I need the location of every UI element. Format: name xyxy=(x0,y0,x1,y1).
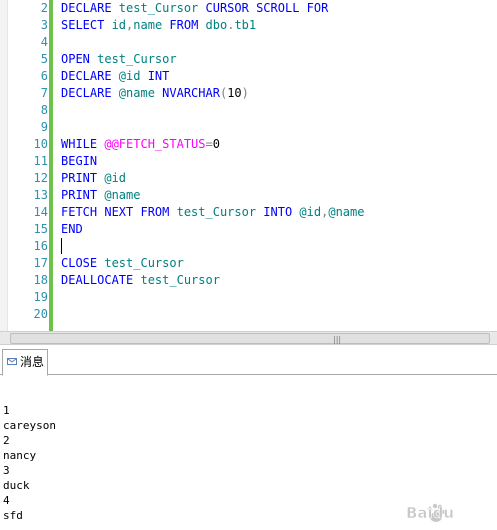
line-number: 2 xyxy=(40,1,48,15)
output-line: 4 xyxy=(3,494,10,507)
line-number: 6 xyxy=(40,69,48,83)
line-number: 14 xyxy=(33,205,48,219)
code-line-10: WHILE @@FETCH_STATUS=0 xyxy=(61,137,220,151)
line-number: 12 xyxy=(33,171,48,185)
output-line: 3 xyxy=(3,464,10,477)
line-number: 15 xyxy=(33,222,48,236)
code-line-14: FETCH NEXT FROM test_Cursor INTO @id,@na… xyxy=(61,205,365,219)
line-number: 11 xyxy=(33,154,48,168)
code-line-12: PRINT @id xyxy=(61,171,127,185)
line-number: 10 xyxy=(33,137,48,151)
code-line-5: OPEN test_Cursor xyxy=(61,52,177,66)
output-line: sfd xyxy=(3,509,23,522)
line-number: 17 xyxy=(33,256,48,270)
code-line-11: BEGIN xyxy=(61,154,98,168)
scrollbar-grip-icon: ||| xyxy=(333,335,342,344)
output-line: nancy xyxy=(3,449,37,462)
baidu-watermark: Baidu 经验 xyxy=(406,504,491,523)
message-icon xyxy=(7,358,17,365)
query-editor[interactable]: 2 3 4 5 6 7 8 9 10 11 12 13 14 15 16 17 … xyxy=(0,0,497,331)
results-tab-strip: 消息 xyxy=(0,345,497,376)
line-number: 16 xyxy=(33,239,48,253)
scrollbar-thumb[interactable]: ||| xyxy=(10,333,490,344)
output-line: 1 xyxy=(3,404,10,417)
line-number: 3 xyxy=(40,18,48,32)
line-number: 18 xyxy=(33,273,48,287)
line-number-gutter: 2 3 4 5 6 7 8 9 10 11 12 13 14 15 16 17 … xyxy=(8,0,48,331)
line-number: 5 xyxy=(40,52,48,66)
line-number: 9 xyxy=(40,120,48,134)
code-line-15: END xyxy=(61,222,83,236)
code-line-17: CLOSE test_Cursor xyxy=(61,256,184,270)
tab-messages-label: 消息 xyxy=(20,355,45,369)
tab-messages[interactable]: 消息 xyxy=(2,349,48,376)
code-line-18: DEALLOCATE test_Cursor xyxy=(61,273,220,287)
output-line: careyson xyxy=(3,419,56,432)
line-number: 19 xyxy=(33,290,48,304)
code-line-13: PRINT @name xyxy=(61,188,141,202)
output-line: duck xyxy=(3,479,30,492)
change-tracking-bar xyxy=(49,0,53,331)
text-caret xyxy=(61,238,62,254)
code-line-3: SELECT id,name FROM dbo.tb1 xyxy=(61,18,257,32)
output-line: 2 xyxy=(3,434,10,447)
line-number: 8 xyxy=(40,103,48,117)
horizontal-scrollbar[interactable]: ||| xyxy=(0,331,497,345)
code-line-6: DECLARE @id INT xyxy=(61,69,170,83)
editor-margin xyxy=(0,0,8,331)
code-area[interactable]: DECLARE test_Cursor CURSOR SCROLL FOR SE… xyxy=(61,0,497,331)
line-number: 7 xyxy=(40,86,48,100)
line-number: 20 xyxy=(33,307,48,321)
line-number: 4 xyxy=(40,35,48,49)
line-number: 13 xyxy=(33,188,48,202)
code-line-7: DECLARE @name NVARCHAR(10) xyxy=(61,86,249,100)
code-line-2: DECLARE test_Cursor CURSOR SCROLL FOR xyxy=(61,1,329,15)
watermark-text: Baidu 经验 xyxy=(406,504,490,522)
